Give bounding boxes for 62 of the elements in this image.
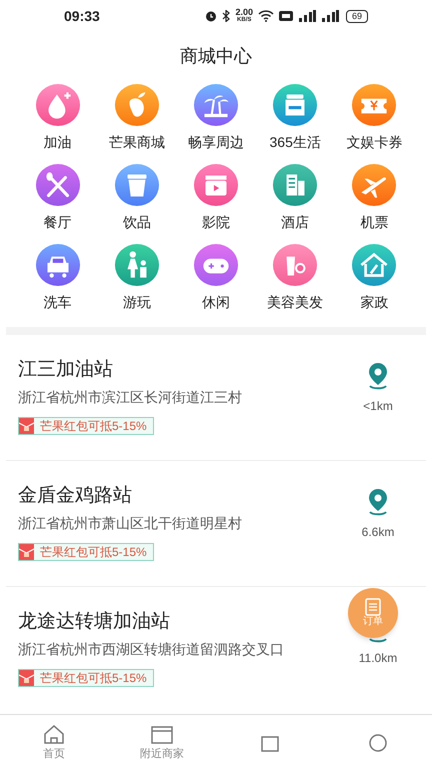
station-name[interactable]: 龙途达转塘加油站 <box>18 609 284 635</box>
mango-icon[interactable] <box>114 84 160 126</box>
category-label[interactable]: 365生活 <box>270 133 321 151</box>
category-label[interactable]: 影院 <box>202 213 230 231</box>
category-label[interactable]: 休闲 <box>202 293 230 311</box>
ticket-icon[interactable] <box>351 84 398 126</box>
category-label[interactable]: 家政 <box>360 293 388 311</box>
shop-icon[interactable] <box>272 84 318 126</box>
signal-icon <box>298 10 316 22</box>
envelope-icon <box>19 544 34 560</box>
fork-spoon-icon[interactable] <box>34 164 81 206</box>
category-label[interactable]: 文娱卡券 <box>346 133 402 151</box>
category-label[interactable]: 畅享周边 <box>188 133 244 151</box>
cup-icon[interactable] <box>114 164 160 206</box>
location-pin-icon[interactable] <box>366 487 390 517</box>
gamepad-icon[interactable] <box>192 244 239 286</box>
station-address: 浙江省杭州市西湖区转塘街道留泗路交叉口 <box>18 640 284 659</box>
station-address: 浙江省杭州市萧山区北干街道明星村 <box>18 514 242 533</box>
clapperboard-icon[interactable] <box>192 164 239 206</box>
category-label[interactable]: 洗车 <box>44 293 72 311</box>
network-speed: 2.00 <box>235 8 253 16</box>
envelope-icon <box>19 670 34 686</box>
envelope-icon <box>19 418 34 434</box>
status-time: 09:33 <box>64 6 100 26</box>
palm-tree-icon[interactable] <box>192 84 239 126</box>
category-label[interactable]: 游玩 <box>122 293 151 311</box>
category-label[interactable]: 加油 <box>44 133 72 151</box>
signal-icon <box>320 10 339 22</box>
hd-icon <box>278 11 293 21</box>
alarm-icon <box>205 10 218 22</box>
category-label[interactable]: 餐厅 <box>44 213 72 231</box>
category-label[interactable]: 芒果商城 <box>108 133 165 151</box>
airplane-icon[interactable] <box>351 164 398 206</box>
discount-tag: 芒果红包可抵5-15% <box>18 543 154 561</box>
station-name[interactable]: 江三加油站 <box>18 357 242 383</box>
house-icon[interactable] <box>351 244 398 286</box>
station-address: 浙江省杭州市滨江区长河街道江三村 <box>18 388 242 407</box>
droplet-icon[interactable] <box>34 84 81 126</box>
category-label[interactable]: 美容美发 <box>267 293 324 311</box>
car-icon[interactable] <box>34 244 81 286</box>
distance-label: <1km <box>363 398 393 415</box>
page-title: 商城中心 <box>180 45 252 68</box>
home-icon <box>42 722 66 744</box>
distance-label: 11.0km <box>358 650 398 667</box>
category-label[interactable]: 机票 <box>360 213 388 231</box>
distance-label: 6.6km <box>362 524 394 541</box>
discount-tag: 芒果红包可抵5-15% <box>18 669 154 687</box>
document-icon <box>365 598 381 616</box>
nav-tab[interactable]: 首页 <box>0 715 108 768</box>
battery-indicator: 69 <box>346 10 368 22</box>
building-icon[interactable] <box>272 164 318 206</box>
nav-tab[interactable]: 附近商家 <box>108 715 216 768</box>
pin-base-icon <box>369 638 387 643</box>
category-label[interactable]: 酒店 <box>281 213 310 231</box>
wifi-icon <box>258 10 274 22</box>
discount-tag: 芒果红包可抵5-15% <box>18 417 154 435</box>
station-name[interactable]: 金盾金鸡路站 <box>18 483 242 509</box>
category-label[interactable]: 饮品 <box>122 213 151 231</box>
cosmetics-icon[interactable] <box>272 244 318 286</box>
location-pin-icon[interactable] <box>366 361 390 391</box>
family-icon[interactable] <box>114 244 160 286</box>
bluetooth-icon <box>222 10 230 22</box>
